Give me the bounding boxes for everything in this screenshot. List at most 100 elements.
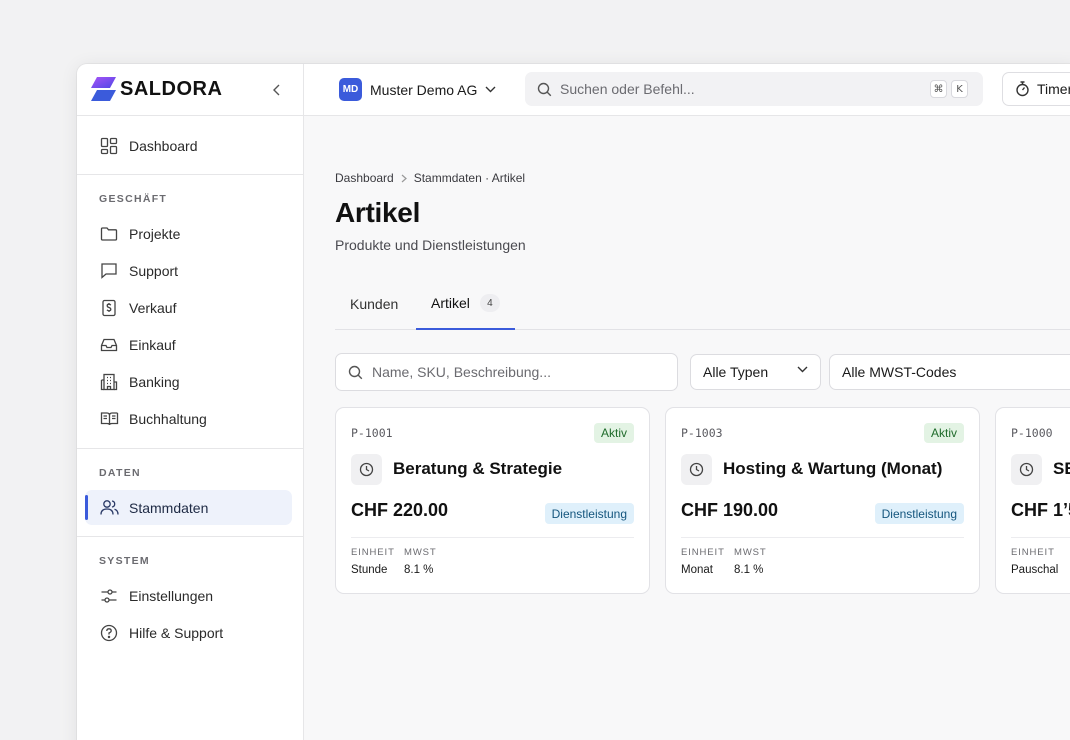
search-icon: [537, 82, 552, 97]
article-sku: P-1001: [351, 426, 393, 440]
sidebar-header: SALDORA: [77, 64, 303, 116]
org-name: Muster Demo AG: [370, 81, 478, 98]
tab-label: Kunden: [350, 296, 399, 312]
divider: [77, 448, 304, 449]
sidebar-item-label: Einstellungen: [129, 587, 214, 604]
sidebar-item-projekte[interactable]: Projekte: [85, 216, 292, 251]
vat-label: MWST: [734, 547, 767, 558]
inbox-icon: [99, 335, 119, 355]
breadcrumb-dashboard[interactable]: Dashboard: [335, 171, 394, 185]
sidebar-item-verkauf[interactable]: Verkauf: [85, 290, 292, 325]
sidebar-item-buchhaltung[interactable]: Buchhaltung: [85, 401, 292, 436]
global-search-input[interactable]: Suchen oder Befehl... ⌘ K: [525, 72, 983, 106]
org-avatar: MD: [339, 78, 362, 101]
vat-value: 8.1 %: [734, 564, 764, 576]
breadcrumb: Dashboard Stammdaten · Artikel: [335, 171, 525, 185]
clock-icon: [1011, 454, 1042, 485]
chevron-down-icon: [797, 366, 808, 373]
org-switcher[interactable]: MD Muster Demo AG: [339, 78, 496, 101]
chevron-left-icon: [273, 84, 280, 96]
section-label-geschaeft: GESCHÄFT: [99, 193, 168, 205]
divider: [681, 537, 964, 538]
sidebar-item-label: Stammdaten: [129, 499, 209, 516]
shortcut-key-k: K: [951, 80, 968, 98]
sliders-icon: [99, 586, 119, 606]
sidebar-item-support[interactable]: Support: [85, 253, 292, 288]
folder-icon: [99, 224, 119, 244]
saldora-logo-icon: [91, 77, 116, 101]
collapse-sidebar-button[interactable]: [267, 80, 287, 100]
vat-filter-select[interactable]: Alle MWST-Codes: [829, 354, 1070, 390]
unit-value: Monat: [681, 564, 713, 576]
brand-name: SALDORA: [120, 77, 223, 100]
chevron-right-icon: [401, 174, 407, 183]
article-search-placeholder: Name, SKU, Beschreibung...: [372, 364, 551, 380]
timer-button[interactable]: Timer: [1002, 72, 1070, 106]
unit-label: EINHEIT: [351, 547, 395, 558]
tab-label: Artikel: [431, 295, 470, 311]
type-badge: Dienstleistung: [874, 503, 964, 524]
sidebar-item-label: Buchhaltung: [129, 410, 207, 427]
type-filter-select[interactable]: Alle Typen: [690, 354, 821, 390]
article-card[interactable]: P-1001 Aktiv Beratung & Strategie CHF 22…: [335, 407, 650, 594]
article-search-input[interactable]: Name, SKU, Beschreibung...: [335, 353, 678, 391]
article-price: CHF 1’5: [1011, 500, 1070, 520]
dashboard-icon: [99, 136, 119, 156]
tab-artikel[interactable]: Artikel 4: [416, 278, 515, 330]
breadcrumb-current: Stammdaten · Artikel: [413, 171, 526, 185]
users-icon: [99, 498, 119, 518]
chat-icon: [99, 261, 119, 281]
sidebar-item-einkauf[interactable]: Einkauf: [85, 327, 292, 362]
article-sku: P-1003: [681, 426, 723, 440]
sidebar-item-hilfe-support[interactable]: Hilfe & Support: [85, 615, 292, 650]
unit-value: Pauschal: [1011, 564, 1059, 576]
article-card[interactable]: P-1000 SE CHF 1’5 EINHEIT Pauschal: [995, 407, 1070, 594]
sidebar-item-banking[interactable]: Banking: [85, 364, 292, 399]
sidebar-item-label: Projekte: [129, 225, 181, 242]
sidebar-item-label: Einkauf: [129, 336, 176, 353]
sidebar: SALDORA Dashboard GESCHÄFT Projekte Supp…: [77, 64, 304, 740]
status-badge: Aktiv: [593, 423, 634, 443]
search-icon: [348, 365, 363, 380]
unit-label: EINHEIT: [681, 547, 725, 558]
divider: [77, 536, 304, 537]
page-title: Artikel: [335, 197, 421, 228]
article-sku: P-1000: [1011, 426, 1053, 440]
receipt-icon: [99, 298, 119, 318]
type-filter-value: Alle Typen: [703, 364, 769, 380]
article-name: Beratung & Strategie: [393, 459, 563, 478]
sidebar-item-label: Support: [129, 262, 179, 279]
bank-icon: [99, 372, 119, 392]
vat-filter-value: Alle MWST-Codes: [842, 364, 957, 380]
sidebar-item-label: Banking: [129, 373, 180, 390]
search-placeholder: Suchen oder Befehl...: [560, 81, 695, 97]
sidebar-item-stammdaten[interactable]: Stammdaten: [85, 490, 292, 525]
type-badge: Dienstleistung: [544, 503, 634, 524]
vat-label: MWST: [404, 547, 437, 558]
status-badge: Aktiv: [923, 423, 964, 443]
tab-count-badge: 4: [479, 294, 500, 312]
divider: [351, 537, 634, 538]
divider: [77, 174, 304, 175]
sidebar-item-label: Dashboard: [129, 137, 198, 154]
article-name: Hosting & Wartung (Monat): [723, 459, 943, 478]
logo[interactable]: SALDORA: [91, 77, 222, 101]
clock-icon: [681, 454, 712, 485]
article-price: CHF 220.00: [351, 500, 449, 520]
stopwatch-icon: [1015, 81, 1030, 97]
vat-value: 8.1 %: [404, 564, 434, 576]
page-subtitle: Produkte und Dienstleistungen: [335, 237, 526, 253]
article-card[interactable]: P-1003 Aktiv Hosting & Wartung (Monat) C…: [665, 407, 980, 594]
sidebar-item-einstellungen[interactable]: Einstellungen: [85, 578, 292, 613]
section-label-daten: DATEN: [99, 467, 141, 479]
help-icon: [99, 623, 119, 643]
article-price: CHF 190.00: [681, 500, 779, 520]
timer-label: Timer: [1037, 81, 1070, 97]
section-label-system: SYSTEM: [99, 555, 150, 567]
shortcut-key-cmd: ⌘: [930, 80, 947, 98]
sidebar-item-label: Hilfe & Support: [129, 624, 224, 641]
sidebar-item-dashboard[interactable]: Dashboard: [85, 128, 292, 163]
chevron-down-icon: [485, 86, 496, 93]
unit-value: Stunde: [351, 564, 388, 576]
tab-kunden[interactable]: Kunden: [335, 278, 413, 330]
